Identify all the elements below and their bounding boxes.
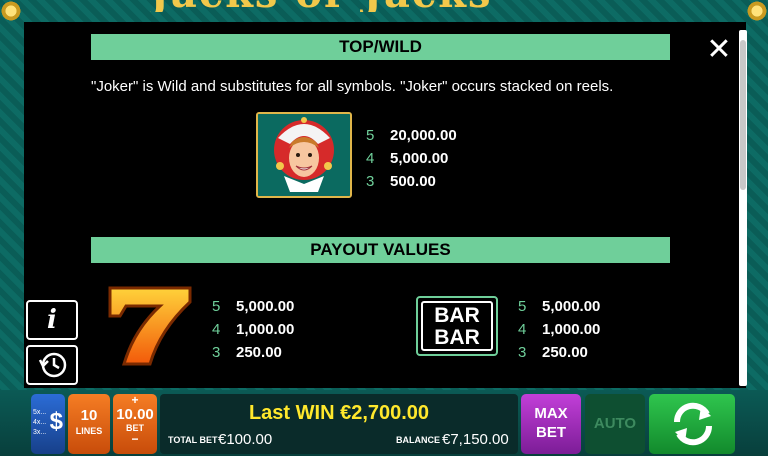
bar-symbol: BAR BAR (416, 296, 498, 356)
spin-button[interactable] (649, 394, 735, 454)
lines-button[interactable]: 10 LINES (68, 394, 110, 454)
dollar-icon: $ (49, 408, 63, 435)
info-icon: i (47, 305, 57, 335)
section-title-top-wild: TOP/WILD (91, 34, 670, 60)
pay-row: 3 250.00 (212, 344, 282, 361)
balance-label: BALANCE (396, 435, 440, 445)
info-button[interactable]: i (26, 300, 78, 340)
game-title: Jacks or Jacks (150, 0, 620, 12)
bet-button[interactable]: + 10.00 BET − (113, 394, 157, 454)
close-icon: ✕ (706, 33, 732, 66)
pay-row: 5 5,000.00 (212, 298, 295, 315)
joker-symbol (256, 112, 352, 198)
bet-plus-button[interactable]: + (113, 394, 157, 406)
pay-row: 5 5,000.00 (518, 298, 601, 315)
wild-description: "Joker" is Wild and substitutes for all … (91, 78, 614, 95)
pay-row: 4 1,000.00 (518, 321, 601, 338)
corner-ornament-right (746, 0, 768, 22)
history-icon (38, 352, 67, 378)
seven-paytable: 5 5,000.00 4 1,000.00 3 250.00 (212, 295, 294, 364)
scrollbar-thumb[interactable] (740, 40, 746, 190)
bar-paytable: 5 5,000.00 4 1,000.00 3 250.00 (518, 295, 600, 364)
pay-row: 4 1,000.00 (212, 321, 295, 338)
pay-row: 4 5,000.00 (366, 150, 449, 167)
corner-ornament-left (0, 0, 22, 22)
pay-row: 3 500.00 (366, 173, 436, 190)
last-win-text: Last WIN €2,700.00 (248, 402, 430, 424)
credit-selector-button[interactable]: 5x... 4x... 3x... $ (31, 394, 65, 454)
close-button[interactable]: ✕ (706, 35, 732, 65)
joker-paytable: 5 20,000.00 4 5,000.00 3 500.00 (366, 124, 457, 193)
auto-button[interactable]: AUTO (585, 394, 645, 454)
seven-symbol (104, 286, 196, 368)
balance-value: €7,150.00 (442, 431, 509, 448)
total-bet-value: €100.00 (218, 431, 273, 448)
pay-row: 3 250.00 (518, 344, 588, 361)
pay-row: 5 20,000.00 (366, 127, 457, 144)
max-bet-button[interactable]: MAX BET (521, 394, 581, 454)
total-bet-label: TOTAL BET (168, 435, 218, 445)
paytable-scrollbar[interactable] (739, 30, 747, 386)
section-title-payout-values: PAYOUT VALUES (91, 237, 670, 263)
history-button[interactable] (26, 345, 78, 385)
spin-arrows-icon (673, 402, 713, 446)
bet-minus-button[interactable]: − (113, 433, 157, 445)
win-display: Last WIN €2,700.00 TOTAL BET €100.00 BAL… (160, 394, 518, 454)
game-frame: Jacks or Jacks ✕ TOP/WILD "Joker" is Wil… (0, 0, 768, 456)
